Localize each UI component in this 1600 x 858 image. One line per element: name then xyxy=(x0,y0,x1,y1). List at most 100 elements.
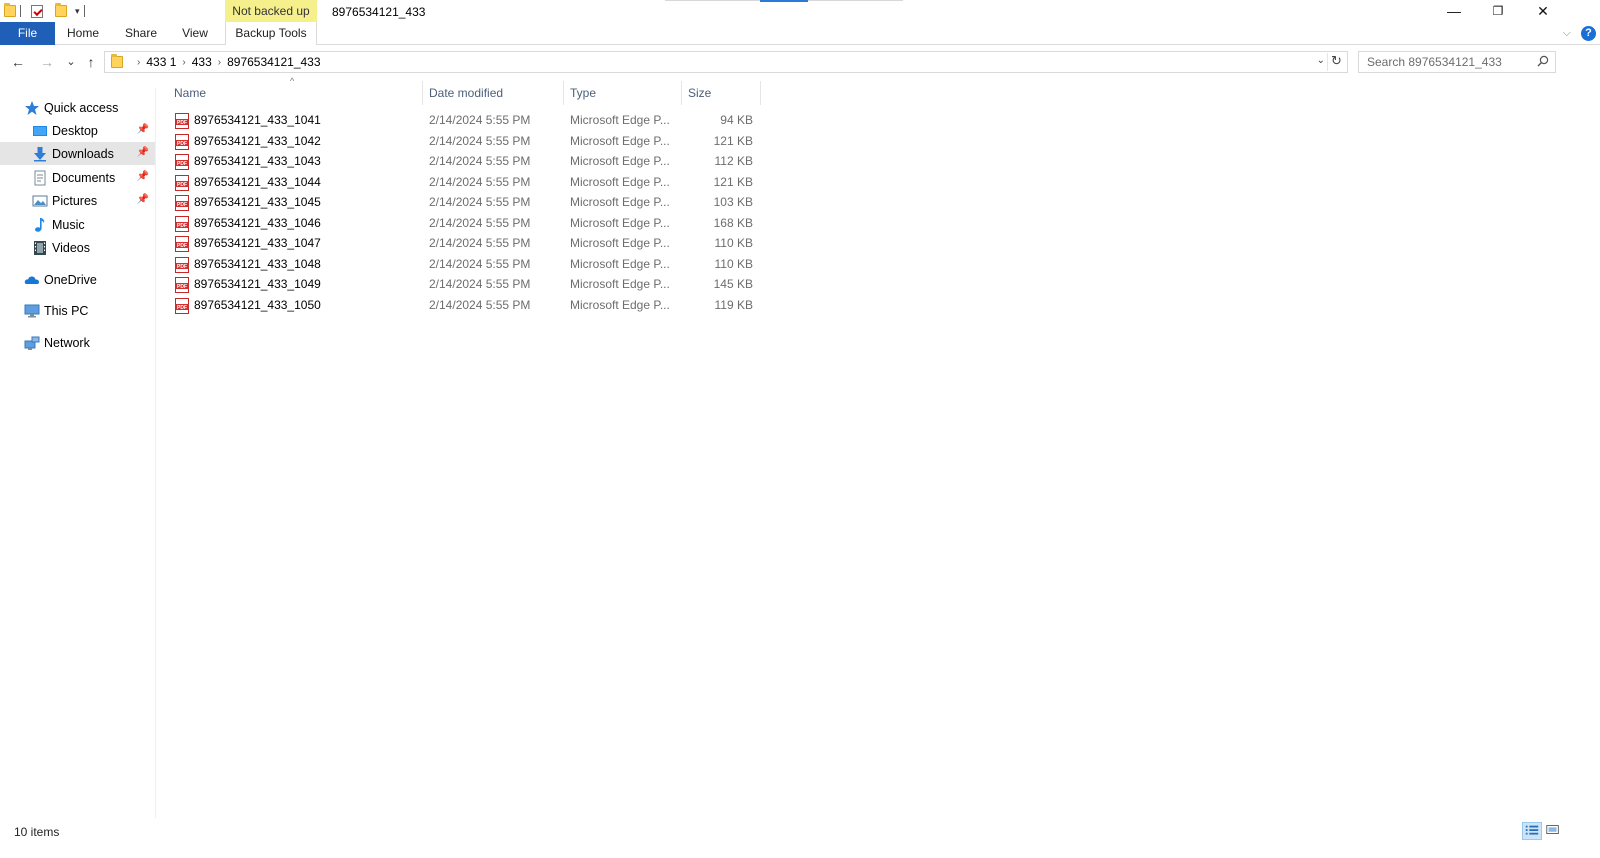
column-divider[interactable] xyxy=(563,81,564,105)
pin-icon[interactable]: 📌 xyxy=(137,147,149,158)
documents-icon xyxy=(34,170,46,185)
file-size: 121 KB xyxy=(713,134,753,148)
tab-view[interactable]: View xyxy=(174,22,216,45)
file-size: 110 KB xyxy=(714,257,753,271)
file-date-modified: 2/14/2024 5:55 PM xyxy=(429,195,531,209)
breadcrumb-item[interactable]: 8976534121_433 xyxy=(227,55,320,69)
pin-icon[interactable]: 📌 xyxy=(137,171,149,182)
sidebar-item-this-pc[interactable]: This PC xyxy=(0,299,155,322)
address-bar[interactable]: › 433 1 › 433 › 8976534121_433 ⌄ ↻ xyxy=(104,51,1348,73)
breadcrumb: › 433 1 › 433 › 8976534121_433 xyxy=(131,52,321,72)
sidebar-item-label: Network xyxy=(44,335,90,350)
refresh-button[interactable]: ↻ xyxy=(1327,53,1345,71)
file-name: 8976534121_433_1048 xyxy=(194,257,321,271)
sidebar-item-label: Desktop xyxy=(52,123,98,138)
file-date-modified: 2/14/2024 5:55 PM xyxy=(429,175,531,189)
help-icon[interactable]: ? xyxy=(1581,26,1596,41)
recent-locations-button[interactable]: ⌄ xyxy=(62,53,80,71)
properties-icon[interactable] xyxy=(31,4,43,18)
navigation-pane: Quick access Desktop 📌 Downloads 📌 Docum… xyxy=(0,88,156,818)
pdf-file-icon: PDF xyxy=(175,257,189,273)
column-header-date-modified[interactable]: Date modified xyxy=(429,81,559,105)
pdf-file-icon: PDF xyxy=(175,216,189,232)
forward-button[interactable]: → xyxy=(38,53,56,71)
tab-home[interactable]: Home xyxy=(60,22,106,45)
star-icon xyxy=(25,100,39,115)
file-row[interactable]: PDF 8976534121_433_1045 2/14/2024 5:55 P… xyxy=(169,193,761,213)
restore-button[interactable]: ❐ xyxy=(1476,0,1520,22)
svg-text:PDF: PDF xyxy=(177,202,187,208)
sidebar-item-quick-access[interactable]: Quick access xyxy=(0,96,155,119)
column-header-type[interactable]: Type xyxy=(570,81,678,105)
sidebar-item-label: Quick access xyxy=(44,100,119,115)
sidebar-item-documents[interactable]: Documents 📌 xyxy=(0,166,155,189)
file-row[interactable]: PDF 8976534121_433_1050 2/14/2024 5:55 P… xyxy=(169,296,761,316)
file-row[interactable]: PDF 8976534121_433_1041 2/14/2024 5:55 P… xyxy=(169,111,761,131)
column-header-name[interactable]: Name xyxy=(174,81,420,105)
pdf-file-icon: PDF xyxy=(175,298,189,314)
file-date-modified: 2/14/2024 5:55 PM xyxy=(429,298,531,312)
file-date-modified: 2/14/2024 5:55 PM xyxy=(429,236,531,250)
breadcrumb-separator-icon[interactable]: › xyxy=(137,57,140,68)
file-row[interactable]: PDF 8976534121_433_1046 2/14/2024 5:55 P… xyxy=(169,214,761,234)
search-input[interactable] xyxy=(1359,52,1529,72)
breadcrumb-separator-icon[interactable]: › xyxy=(218,57,221,68)
sidebar-item-videos[interactable]: Videos xyxy=(0,236,155,259)
file-row[interactable]: PDF 8976534121_433_1048 2/14/2024 5:55 P… xyxy=(169,255,761,275)
svg-text:PDF: PDF xyxy=(177,120,187,126)
up-button[interactable]: ↑ xyxy=(82,53,100,71)
ribbon-right-controls: ⌵ ? xyxy=(1563,22,1600,45)
back-button[interactable]: ← xyxy=(9,53,27,71)
column-divider[interactable] xyxy=(760,81,761,105)
tab-backup-tools[interactable]: Backup Tools xyxy=(225,22,317,45)
address-dropdown-icon[interactable]: ⌄ xyxy=(1317,55,1325,66)
breadcrumb-separator-icon[interactable]: › xyxy=(182,57,185,68)
sidebar-item-network[interactable]: Network xyxy=(0,331,155,354)
desktop-icon xyxy=(33,125,47,136)
column-header-size[interactable]: Size xyxy=(688,81,758,105)
breadcrumb-item[interactable]: 433 1 xyxy=(146,55,176,69)
column-divider[interactable] xyxy=(422,81,423,105)
title-accent-line-active xyxy=(760,0,808,2)
file-row[interactable]: PDF 8976534121_433_1047 2/14/2024 5:55 P… xyxy=(169,234,761,254)
toolbar-divider xyxy=(83,5,85,17)
pdf-file-icon: PDF xyxy=(175,195,189,211)
tab-share[interactable]: Share xyxy=(118,22,164,45)
file-row[interactable]: PDF 8976534121_433_1042 2/14/2024 5:55 P… xyxy=(169,132,761,152)
pin-icon[interactable]: 📌 xyxy=(137,124,149,135)
sidebar-item-onedrive[interactable]: OneDrive xyxy=(0,268,155,291)
svg-text:PDF: PDF xyxy=(177,264,187,270)
file-type: Microsoft Edge P... xyxy=(570,277,670,291)
file-row[interactable]: PDF 8976534121_433_1043 2/14/2024 5:55 P… xyxy=(169,152,761,172)
sidebar-item-downloads[interactable]: Downloads 📌 xyxy=(0,142,155,165)
file-name: 8976534121_433_1044 xyxy=(194,175,321,189)
search-icon[interactable] xyxy=(1537,55,1549,67)
details-view-button[interactable] xyxy=(1522,822,1542,840)
file-name: 8976534121_433_1043 xyxy=(194,154,321,168)
pin-icon[interactable]: 📌 xyxy=(137,194,149,205)
column-divider[interactable] xyxy=(681,81,682,105)
minimize-button[interactable]: — xyxy=(1432,0,1476,22)
file-row[interactable]: PDF 8976534121_433_1044 2/14/2024 5:55 P… xyxy=(169,173,761,193)
expand-ribbon-button[interactable]: ⌵ xyxy=(1563,27,1571,40)
file-row[interactable]: PDF 8976534121_433_1049 2/14/2024 5:55 P… xyxy=(169,275,761,295)
file-type: Microsoft Edge P... xyxy=(570,175,670,189)
file-type: Microsoft Edge P... xyxy=(570,195,670,209)
pdf-file-icon: PDF xyxy=(175,277,189,293)
file-type: Microsoft Edge P... xyxy=(570,216,670,230)
title-bar: ▾ Not backed up 8976534121_433 — ❐ ✕ xyxy=(0,0,1600,22)
file-name: 8976534121_433_1045 xyxy=(194,195,321,209)
file-name: 8976534121_433_1041 xyxy=(194,113,321,127)
pc-icon xyxy=(24,304,40,317)
breadcrumb-item[interactable]: 433 xyxy=(192,55,212,69)
tab-file[interactable]: File xyxy=(0,22,55,45)
sidebar-item-music[interactable]: Music xyxy=(0,213,155,236)
sidebar-item-pictures[interactable]: Pictures 📌 xyxy=(0,189,155,212)
new-folder-icon[interactable] xyxy=(55,3,67,17)
file-size: 121 KB xyxy=(713,175,753,189)
sidebar-item-desktop[interactable]: Desktop 📌 xyxy=(0,119,155,142)
close-button[interactable]: ✕ xyxy=(1521,0,1565,22)
large-icons-view-button[interactable] xyxy=(1544,822,1564,840)
customize-toolbar-dropdown[interactable]: ▾ xyxy=(75,6,80,17)
file-name: 8976534121_433_1047 xyxy=(194,236,321,250)
